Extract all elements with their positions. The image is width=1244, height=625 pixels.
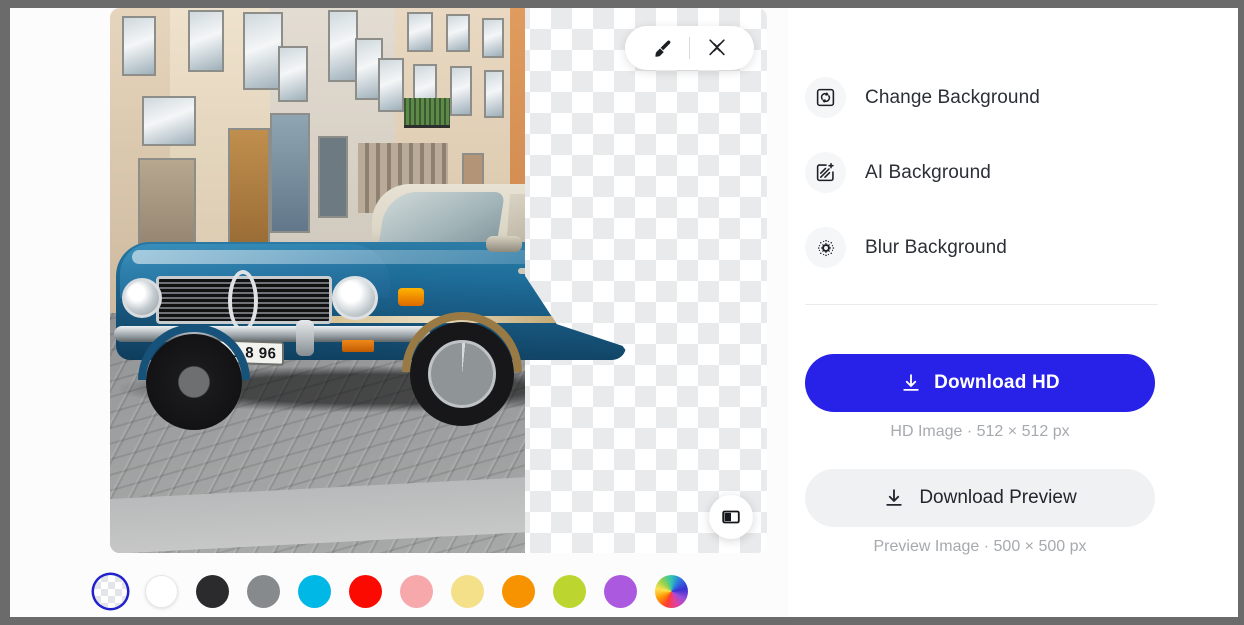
ai-sparkle-icon (816, 162, 834, 182)
window (122, 16, 156, 76)
download-preview-button[interactable]: Download Preview (805, 469, 1155, 527)
original-photo-pane: 1UIA 1 8 96 (110, 8, 525, 553)
window (188, 10, 224, 72)
car-subject-cutout (525, 184, 655, 444)
car-subject: 1UIA 1 8 96 (110, 184, 525, 444)
sidebar-divider (805, 304, 1158, 305)
swatch-cyan[interactable] (298, 574, 331, 608)
door-handle (518, 268, 525, 274)
swatch-gray[interactable] (247, 574, 280, 608)
door-handle-cutout (525, 268, 538, 274)
car-body-cutout (525, 242, 626, 360)
swatch-purple[interactable] (604, 574, 637, 608)
download-icon (903, 374, 919, 391)
balcony-rail (404, 98, 450, 128)
side-reflector (342, 340, 374, 352)
cutout-subject (525, 177, 655, 509)
background-color-swatches[interactable] (10, 565, 788, 617)
image-swap-icon (816, 88, 835, 107)
image-swap-icon-wrap (805, 77, 846, 118)
window (482, 18, 504, 58)
window (484, 70, 504, 118)
hood-ornament (228, 270, 258, 332)
blur-background-action[interactable]: Blur Background (805, 227, 1007, 268)
download-hd-caption: HD Image · 512 × 512 px (890, 423, 1070, 440)
tool-divider (689, 37, 690, 59)
change-background-label: Change Background (865, 86, 1040, 108)
window (278, 46, 308, 102)
change-background-action[interactable]: Change Background (805, 77, 1040, 118)
body-highlight (132, 250, 525, 264)
tool-pill[interactable] (625, 26, 754, 70)
download-preview-label: Download Preview (919, 487, 1077, 508)
blur-dots-icon-wrap (805, 227, 846, 268)
swatch-transparent[interactable] (94, 574, 127, 608)
rear-window-cutout (567, 196, 617, 252)
brush-tool-button[interactable] (641, 27, 683, 69)
swatch-white[interactable] (145, 574, 178, 608)
swatch-lime[interactable] (553, 574, 586, 608)
headlight-left (122, 278, 162, 318)
magic-erase-icon (709, 39, 725, 56)
swatch-orange[interactable] (502, 574, 535, 608)
window (450, 66, 472, 116)
cutout-pane (525, 8, 767, 553)
tail-light-cutout (610, 288, 626, 310)
swatch-black[interactable] (196, 574, 229, 608)
app-window: 1UIA 1 8 96 Change Background AI Backgro… (10, 8, 1238, 617)
blur-dots-icon (817, 239, 834, 256)
window (446, 14, 470, 52)
actions-sidebar: Change Background AI Background Blur Bac… (788, 8, 1238, 617)
split-compare-icon (722, 510, 740, 524)
headlight-right (332, 276, 378, 320)
side-window-cutout (525, 194, 565, 252)
download-icon (886, 489, 903, 506)
ai-sparkle-icon-wrap (805, 152, 846, 193)
image-canvas[interactable]: 1UIA 1 8 96 (110, 8, 767, 553)
erase-tool-button[interactable] (696, 27, 738, 69)
blur-background-label: Blur Background (865, 236, 1007, 258)
brush-icon (654, 40, 670, 57)
swatch-pink[interactable] (400, 574, 433, 608)
ai-background-label: AI Background (865, 161, 991, 183)
side-mirror (486, 236, 522, 252)
window (243, 12, 283, 90)
original-photo: 1UIA 1 8 96 (110, 8, 525, 553)
download-hd-label: Download HD (934, 372, 1060, 393)
turn-indicator (398, 288, 424, 306)
window (378, 58, 404, 112)
chrome-side-strip-cutout (525, 316, 626, 323)
window (328, 10, 358, 82)
window (142, 96, 196, 146)
compare-toggle-button[interactable] (709, 495, 753, 539)
door-handle-cutout (580, 268, 600, 274)
bumper-guard (296, 320, 314, 356)
window (407, 12, 433, 52)
swatch-red[interactable] (349, 574, 382, 608)
download-preview-caption: Preview Image · 500 × 500 px (873, 538, 1087, 555)
editor-area: 1UIA 1 8 96 (10, 8, 788, 617)
swatch-yellow[interactable] (451, 574, 484, 608)
car-cabin-cutout (525, 184, 622, 262)
download-hd-button[interactable]: Download HD (805, 354, 1155, 412)
ai-background-action[interactable]: AI Background (805, 152, 991, 193)
swatch-rainbow[interactable] (655, 574, 688, 608)
